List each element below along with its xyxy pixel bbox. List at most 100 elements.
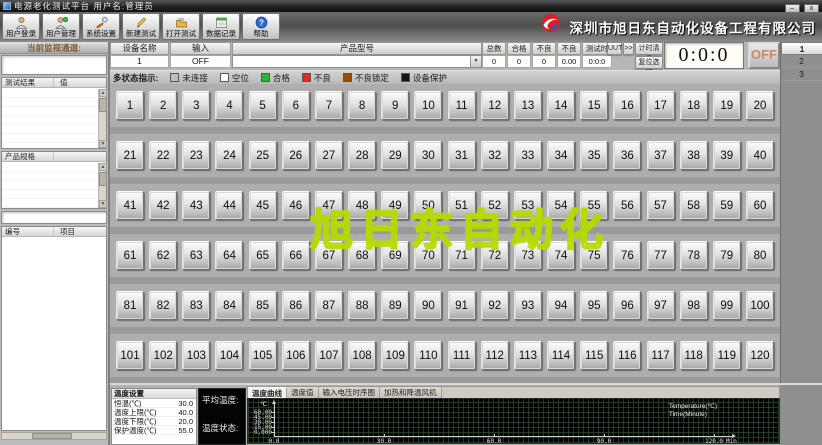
channel-button[interactable]: 95 — [580, 291, 609, 320]
channel-button[interactable]: 112 — [480, 341, 509, 370]
channel-button[interactable]: 90 — [414, 291, 443, 320]
channel-button[interactable]: 67 — [314, 241, 343, 270]
scroll-up-icon[interactable]: ▲ — [99, 89, 107, 97]
channel-button[interactable]: 116 — [613, 341, 642, 370]
channel-button[interactable]: 111 — [447, 341, 476, 370]
channel-button[interactable]: 66 — [281, 241, 310, 270]
channel-button[interactable]: 33 — [513, 141, 542, 170]
channel-button[interactable]: 20 — [745, 91, 774, 120]
channel-button[interactable]: 75 — [580, 241, 609, 270]
channel-button[interactable]: 64 — [215, 241, 244, 270]
channel-button[interactable]: 45 — [248, 191, 277, 220]
tab-temp-curve[interactable]: 温度曲线 — [248, 387, 287, 398]
channel-button[interactable]: 42 — [149, 191, 178, 220]
channel-button[interactable]: 37 — [646, 141, 675, 170]
results-scrollbar[interactable]: ▲ ▼ — [98, 89, 107, 148]
toolbar-button-4[interactable]: 打开测试 — [162, 13, 200, 40]
scroll-down-icon[interactable]: ▼ — [99, 140, 107, 148]
channel-button[interactable]: 41 — [116, 191, 144, 220]
channel-button[interactable]: 14 — [547, 91, 576, 120]
uut-button[interactable]: UUT — [607, 42, 622, 55]
channel-button[interactable]: 36 — [613, 141, 642, 170]
channel-button[interactable]: 78 — [679, 241, 708, 270]
channel-button[interactable]: 101 — [116, 341, 144, 370]
channel-button[interactable]: 115 — [580, 341, 609, 370]
channel-button[interactable]: 10 — [414, 91, 443, 120]
channel-button[interactable]: 40 — [745, 141, 774, 170]
channel-button[interactable]: 119 — [712, 341, 741, 370]
expand-button[interactable]: >> — [623, 42, 634, 55]
channel-button[interactable]: 68 — [348, 241, 377, 270]
tab-input-voltage-timing[interactable]: 输入电压时序图 — [318, 387, 380, 398]
channel-button[interactable]: 23 — [182, 141, 211, 170]
channel-button[interactable]: 62 — [149, 241, 178, 270]
product-model-combobox[interactable]: ▼ — [232, 55, 482, 68]
channel-button[interactable]: 80 — [745, 241, 774, 270]
channel-button[interactable]: 120 — [745, 341, 774, 370]
channel-button[interactable]: 55 — [580, 191, 609, 220]
channel-button[interactable]: 27 — [314, 141, 343, 170]
toolbar-button-1[interactable]: 用户管理 — [42, 13, 80, 40]
channel-button[interactable]: 39 — [712, 141, 741, 170]
channel-button[interactable]: 114 — [547, 341, 576, 370]
channel-button[interactable]: 106 — [281, 341, 310, 370]
channel-button[interactable]: 7 — [314, 91, 343, 120]
channel-button[interactable]: 52 — [480, 191, 509, 220]
off-button[interactable]: OFF — [748, 42, 780, 69]
reset-option-button[interactable]: 复位选项 — [635, 56, 663, 77]
channel-button[interactable]: 15 — [580, 91, 609, 120]
channel-button[interactable]: 32 — [480, 141, 509, 170]
channel-button[interactable]: 71 — [447, 241, 476, 270]
channel-button[interactable]: 30 — [414, 141, 443, 170]
channel-button[interactable]: 50 — [414, 191, 443, 220]
page-button-1[interactable]: 1 — [781, 42, 822, 55]
channel-button[interactable]: 53 — [513, 191, 542, 220]
channel-button[interactable]: 69 — [381, 241, 410, 270]
channel-button[interactable]: 58 — [679, 191, 708, 220]
channel-button[interactable]: 86 — [281, 291, 310, 320]
channel-button[interactable]: 85 — [248, 291, 277, 320]
channel-button[interactable]: 1 — [116, 91, 144, 120]
channel-button[interactable]: 63 — [182, 241, 211, 270]
channel-button[interactable]: 29 — [381, 141, 410, 170]
channel-button[interactable]: 73 — [513, 241, 542, 270]
channel-button[interactable]: 107 — [314, 341, 343, 370]
channel-button[interactable]: 43 — [182, 191, 211, 220]
channel-button[interactable]: 89 — [381, 291, 410, 320]
channel-button[interactable]: 99 — [712, 291, 741, 320]
channel-button[interactable]: 54 — [547, 191, 576, 220]
channel-button[interactable]: 25 — [248, 141, 277, 170]
channel-button[interactable]: 61 — [116, 241, 144, 270]
channel-button[interactable]: 44 — [215, 191, 244, 220]
channel-button[interactable]: 47 — [314, 191, 343, 220]
channel-button[interactable]: 93 — [513, 291, 542, 320]
items-hscrollbar[interactable] — [1, 432, 107, 440]
channel-button[interactable]: 24 — [215, 141, 244, 170]
channel-button[interactable]: 56 — [613, 191, 642, 220]
channel-button[interactable]: 19 — [712, 91, 741, 120]
channel-button[interactable]: 31 — [447, 141, 476, 170]
channel-button[interactable]: 98 — [679, 291, 708, 320]
channel-button[interactable]: 92 — [480, 291, 509, 320]
chevron-down-icon[interactable]: ▼ — [470, 56, 481, 67]
page-button-3[interactable]: 3 — [781, 68, 822, 81]
channel-button[interactable]: 77 — [646, 241, 675, 270]
channel-button[interactable]: 22 — [149, 141, 178, 170]
channel-button[interactable]: 74 — [547, 241, 576, 270]
channel-button[interactable]: 108 — [348, 341, 377, 370]
channel-button[interactable]: 48 — [348, 191, 377, 220]
channel-button[interactable]: 46 — [281, 191, 310, 220]
toolbar-button-0[interactable]: 用户登录 — [2, 13, 40, 40]
channel-button[interactable]: 87 — [314, 291, 343, 320]
channel-button[interactable]: 88 — [348, 291, 377, 320]
channel-button[interactable]: 38 — [679, 141, 708, 170]
channel-button[interactable]: 60 — [745, 191, 774, 220]
channel-button[interactable]: 11 — [447, 91, 476, 120]
channel-button[interactable]: 72 — [480, 241, 509, 270]
channel-button[interactable]: 94 — [547, 291, 576, 320]
channel-button[interactable]: 9 — [381, 91, 410, 120]
page-button-2[interactable]: 2 — [781, 55, 822, 68]
channel-button[interactable]: 83 — [182, 291, 211, 320]
channel-button[interactable]: 34 — [547, 141, 576, 170]
channel-button[interactable]: 70 — [414, 241, 443, 270]
